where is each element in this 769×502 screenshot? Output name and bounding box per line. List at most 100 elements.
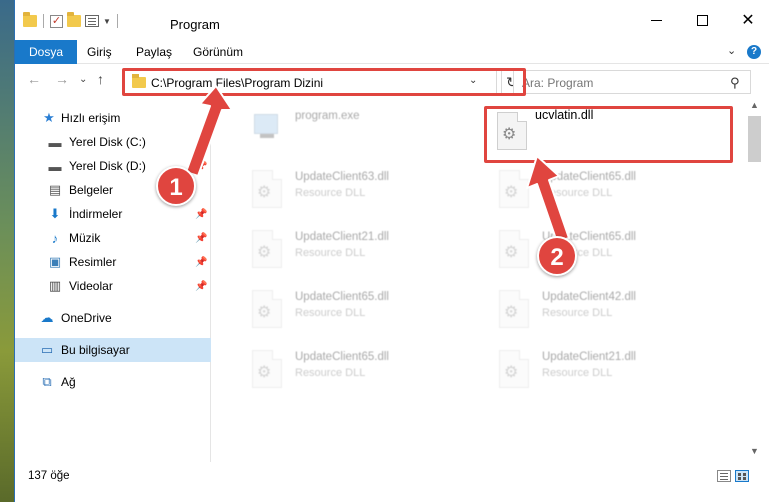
sidebar-item-label: Müzik: [69, 231, 101, 245]
up-arrow-icon[interactable]: ↑: [97, 71, 104, 87]
sidebar-item-label: OneDrive: [61, 311, 112, 325]
vertical-scrollbar[interactable]: ▲ ▼: [744, 96, 769, 462]
sidebar-item-label: İndirmeler: [69, 207, 123, 221]
file-item[interactable]: ⚙ UpdateClient42.dll Resource DLL: [487, 284, 727, 340]
back-arrow-icon[interactable]: ←: [27, 71, 41, 87]
minimize-button[interactable]: [633, 0, 679, 40]
properties-icon[interactable]: [85, 15, 99, 27]
title-bar: ✓ ▼ Program ✕: [15, 0, 769, 40]
file-item[interactable]: ⚙ UpdateClient63.dll Resource DLL: [240, 164, 480, 220]
search-icon[interactable]: ⚲: [730, 75, 740, 91]
file-item[interactable]: ⚙ UpdateClient65.dll Resource DLL: [487, 164, 727, 220]
tab-file[interactable]: Dosya: [15, 40, 78, 64]
sidebar-item-quick-access[interactable]: ★ Hızlı erişim: [15, 106, 211, 130]
drive-icon: ▬: [48, 134, 62, 150]
help-icon[interactable]: ?: [747, 45, 761, 59]
details-view-icon[interactable]: [717, 470, 731, 482]
scroll-down-icon[interactable]: ▼: [750, 446, 759, 456]
search-placeholder: Ara: Program: [522, 76, 594, 90]
step-two-badge: 2: [537, 236, 577, 276]
file-type: Resource DLL: [542, 367, 613, 379]
file-type: Resource DLL: [295, 247, 366, 259]
file-name: UpdateClient65.dll: [295, 291, 389, 303]
expand-ribbon-icon[interactable]: ⌄: [727, 44, 736, 57]
download-icon: ⬇: [49, 206, 61, 221]
file-item[interactable]: ⚙ UpdateClient65.dll Resource DLL: [240, 344, 480, 400]
sidebar-item-network[interactable]: ⧉ Ağ: [15, 370, 211, 394]
dll-file-icon: ⚙: [495, 290, 535, 332]
scroll-thumb[interactable]: [748, 116, 761, 162]
ribbon-tabs: Dosya Giriş Paylaş Görünüm ⌄ ?: [15, 40, 769, 64]
sidebar-item-label: Videolar: [69, 279, 113, 293]
dll-file-icon: ⚙: [248, 350, 288, 392]
sidebar-item-label: Belgeler: [69, 183, 114, 197]
sidebar-item-pictures[interactable]: ▣ Resimler 📌: [15, 250, 211, 274]
sidebar-item-videos[interactable]: ▥ Videolar 📌: [15, 274, 211, 298]
folder-icon: [23, 12, 37, 27]
dll-file-icon: ⚙: [495, 350, 535, 392]
file-item[interactable]: ⚙ UpdateClient21.dll Resource DLL: [240, 224, 480, 280]
star-icon: ★: [43, 110, 55, 125]
pin-icon[interactable]: 📌: [195, 161, 207, 172]
sidebar-item-label: Yerel Disk (D:): [69, 159, 146, 173]
forward-arrow-icon[interactable]: →: [55, 71, 69, 87]
sidebar-item-downloads[interactable]: ⬇ İndirmeler 📌: [15, 202, 211, 226]
sidebar-item-label: Hızlı erişim: [61, 111, 121, 125]
dll-file-icon: ⚙: [495, 230, 535, 272]
toolbar-separator: [116, 14, 118, 28]
close-button[interactable]: ✕: [725, 0, 769, 40]
status-bar: 137 öğe: [15, 462, 769, 502]
sidebar-item-onedrive[interactable]: ☁ OneDrive: [15, 306, 211, 330]
file-name: UpdateClient21.dll: [542, 351, 636, 363]
customize-toolbar-icon[interactable]: ▼: [103, 17, 111, 26]
file-name: UpdateClient63.dll: [295, 171, 389, 183]
pin-icon[interactable]: 📌: [195, 209, 207, 220]
file-item-program-exe[interactable]: program.exe: [212, 100, 452, 156]
tiles-view-icon[interactable]: [735, 470, 749, 482]
dll-file-icon: ⚙: [248, 290, 288, 332]
dll-file-icon: ⚙: [248, 230, 288, 272]
sidebar-item-music[interactable]: ♪ Müzik 📌: [15, 226, 211, 250]
computer-icon: ▭: [40, 342, 54, 357]
recent-locations-icon[interactable]: ⌄: [79, 74, 87, 85]
explorer-window: ✓ ▼ Program ✕ Dosya Giriş Paylaş Görünüm…: [14, 0, 769, 502]
navigation-pane: ★ Hızlı erişim ▬ Yerel Disk (C:) ▬ Yerel…: [15, 96, 211, 462]
item-count: 137 öğe: [28, 470, 70, 482]
file-type: Resource DLL: [542, 187, 613, 199]
minimize-icon: [650, 19, 662, 21]
music-icon: ♪: [51, 230, 59, 246]
pin-icon[interactable]: 📌: [195, 233, 207, 244]
new-folder-icon[interactable]: [67, 12, 81, 27]
pin-icon[interactable]: 📌: [195, 257, 207, 268]
window-title: Program: [170, 17, 220, 32]
dll-file-icon: ⚙: [248, 170, 288, 212]
tab-home[interactable]: Giriş: [87, 40, 112, 64]
network-icon: ⧉: [42, 374, 52, 389]
sidebar-item-label: Yerel Disk (C:): [69, 135, 146, 149]
pin-icon[interactable]: 📌: [195, 281, 207, 292]
document-icon: ▤: [48, 182, 62, 197]
sidebar-item-label: Bu bilgisayar: [61, 343, 130, 357]
sidebar-item-this-pc[interactable]: ▭ Bu bilgisayar: [15, 338, 211, 362]
tab-share[interactable]: Paylaş: [136, 40, 172, 64]
file-name: UpdateClient42.dll: [542, 291, 636, 303]
checkmark-icon[interactable]: ✓: [50, 14, 63, 28]
pictures-icon: ▣: [48, 254, 62, 269]
close-icon: ✕: [741, 12, 755, 29]
file-item[interactable]: ⚙ UpdateClient21.dll Resource DLL: [487, 344, 727, 400]
file-item[interactable]: ⚙ UpdateClient65.dll Resource DLL: [240, 284, 480, 340]
tab-view[interactable]: Görünüm: [193, 40, 243, 64]
file-highlight-box: [484, 106, 733, 163]
scroll-up-icon[interactable]: ▲: [750, 100, 759, 110]
sidebar-item-label: Resimler: [69, 255, 117, 269]
sidebar-item-local-disk-c[interactable]: ▬ Yerel Disk (C:): [15, 130, 211, 154]
toolbar-separator: [43, 14, 44, 28]
file-name: program.exe: [295, 110, 360, 122]
file-item[interactable]: ⚙ UpdateClient65.dll Resource DLL: [487, 224, 727, 280]
quick-access-toolbar: ✓ ▼: [23, 12, 120, 28]
maximize-button[interactable]: [679, 0, 725, 40]
file-type: Resource DLL: [295, 187, 366, 199]
sidebar-item-label: Ağ: [61, 375, 76, 389]
search-input[interactable]: Ara: Program ⚲: [513, 70, 751, 94]
file-name: UpdateClient65.dll: [542, 171, 636, 183]
